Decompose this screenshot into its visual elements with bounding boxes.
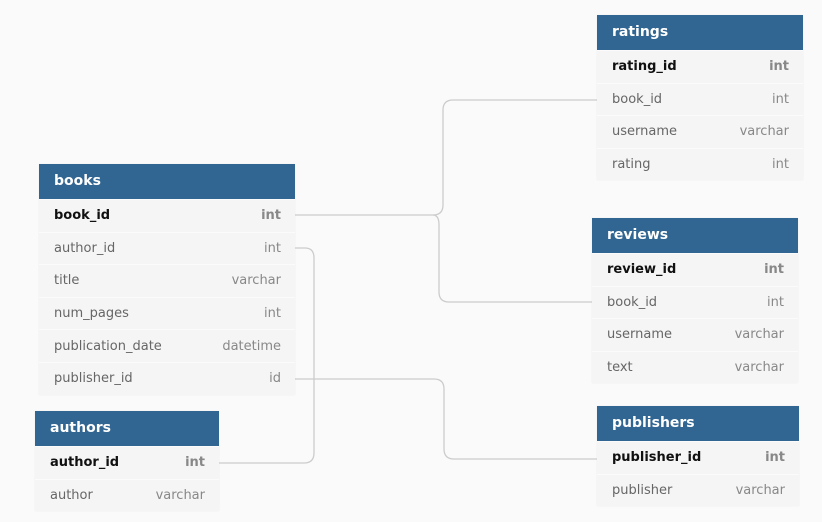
field-name: publisher <box>612 482 673 498</box>
field-type: varchar <box>735 482 785 498</box>
field-row[interactable]: publisher_id id <box>39 361 295 395</box>
field-type: int <box>264 240 281 256</box>
table-header[interactable]: publishers <box>597 406 799 441</box>
field-row[interactable]: rating int <box>597 147 803 181</box>
field-row[interactable]: publication_date datetime <box>39 329 295 362</box>
table-reviews[interactable]: reviews review_id int book_id int userna… <box>592 218 798 384</box>
field-type: varchar <box>739 124 789 140</box>
field-type: varchar <box>734 327 784 343</box>
field-type: varchar <box>231 273 281 289</box>
field-type: varchar <box>155 487 205 503</box>
field-name: text <box>607 360 633 376</box>
table-authors[interactable]: authors author_id int author varchar <box>35 411 219 512</box>
field-row[interactable]: book_id int <box>597 82 803 116</box>
field-type: varchar <box>734 360 784 376</box>
field-name: book_id <box>612 91 663 107</box>
link-books-ratings <box>295 99 597 216</box>
field-name: rating_id <box>612 59 677 75</box>
field-name: book_id <box>607 294 658 310</box>
field-name: review_id <box>607 262 677 278</box>
field-row[interactable]: username varchar <box>597 115 803 148</box>
field-name: author <box>50 487 93 503</box>
field-name: rating <box>612 157 651 173</box>
table-publishers[interactable]: publishers publisher_id int publisher va… <box>597 406 799 507</box>
table-header[interactable]: reviews <box>592 218 798 253</box>
link-books-publishers <box>295 378 597 460</box>
field-name: publisher_id <box>54 371 133 387</box>
field-type: int <box>765 450 785 466</box>
table-header[interactable]: books <box>39 164 295 199</box>
field-row[interactable]: book_id int <box>39 199 295 232</box>
link-books-reviews <box>432 214 592 303</box>
field-row[interactable]: username varchar <box>592 318 798 351</box>
table-header[interactable]: authors <box>35 411 219 446</box>
field-type: int <box>767 294 784 310</box>
field-row[interactable]: num_pages int <box>39 296 295 330</box>
field-name: num_pages <box>54 306 129 322</box>
field-type: int <box>261 208 281 224</box>
field-row[interactable]: rating_id int <box>597 50 803 83</box>
field-row[interactable]: publisher_id int <box>597 441 799 474</box>
field-type: datetime <box>222 338 281 354</box>
field-name: title <box>54 273 80 289</box>
field-type: int <box>772 157 789 173</box>
field-row[interactable]: author_id int <box>35 446 219 479</box>
field-row[interactable]: author_id int <box>39 231 295 265</box>
field-type: int <box>185 455 205 471</box>
field-type: int <box>764 262 784 278</box>
field-name: book_id <box>54 208 111 224</box>
field-name: username <box>612 124 677 140</box>
table-books[interactable]: books book_id int author_id int title va… <box>39 164 295 395</box>
field-row[interactable]: text varchar <box>592 350 798 384</box>
table-header[interactable]: ratings <box>597 15 803 50</box>
field-type: id <box>269 371 281 387</box>
field-type: int <box>769 59 789 75</box>
field-name: author_id <box>54 240 116 256</box>
field-name: author_id <box>50 455 120 471</box>
field-row[interactable]: book_id int <box>592 285 798 319</box>
field-row[interactable]: publisher varchar <box>597 473 799 507</box>
field-row[interactable]: review_id int <box>592 253 798 286</box>
field-name: publisher_id <box>612 450 702 466</box>
field-type: int <box>264 306 281 322</box>
field-row[interactable]: author varchar <box>35 478 219 512</box>
field-type: int <box>772 91 789 107</box>
field-name: username <box>607 327 672 343</box>
field-name: publication_date <box>54 338 162 354</box>
table-ratings[interactable]: ratings rating_id int book_id int userna… <box>597 15 803 181</box>
field-row[interactable]: title varchar <box>39 264 295 297</box>
